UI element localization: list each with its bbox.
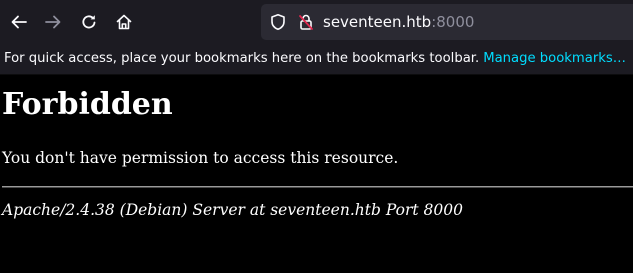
error-message: You don't have permission to access this…	[2, 149, 399, 167]
url-text[interactable]: seventeen.htb:8000	[323, 12, 474, 32]
home-icon	[116, 14, 132, 30]
reload-icon	[82, 15, 96, 29]
browser-toolbar: seventeen.htb:8000	[0, 0, 633, 44]
shield-icon[interactable]	[269, 13, 287, 36]
server-signature: Apache/2.4.38 (Debian) Server at sevente…	[2, 201, 463, 219]
forward-button[interactable]	[37, 6, 69, 38]
page-title: Forbidden	[2, 87, 173, 122]
url-bar[interactable]: seventeen.htb:8000	[261, 4, 633, 40]
manage-bookmarks-link[interactable]: Manage bookmarks…	[483, 51, 626, 66]
forward-arrow-icon	[45, 15, 61, 29]
divider	[2, 186, 633, 188]
back-button[interactable]	[3, 6, 35, 38]
insecure-lock-icon[interactable]	[297, 13, 315, 36]
back-arrow-icon	[11, 15, 27, 29]
page-content: Forbidden You don't have permission to a…	[0, 75, 633, 273]
bookmarks-toolbar: For quick access, place your bookmarks h…	[0, 44, 633, 75]
bookmarks-toolbar-message: For quick access, place your bookmarks h…	[4, 44, 626, 74]
reload-button[interactable]	[73, 6, 105, 38]
home-button[interactable]	[108, 6, 140, 38]
bookmarks-message-text: For quick access, place your bookmarks h…	[4, 51, 480, 66]
url-host: seventeen.htb	[323, 13, 432, 31]
url-port: :8000	[431, 13, 475, 31]
